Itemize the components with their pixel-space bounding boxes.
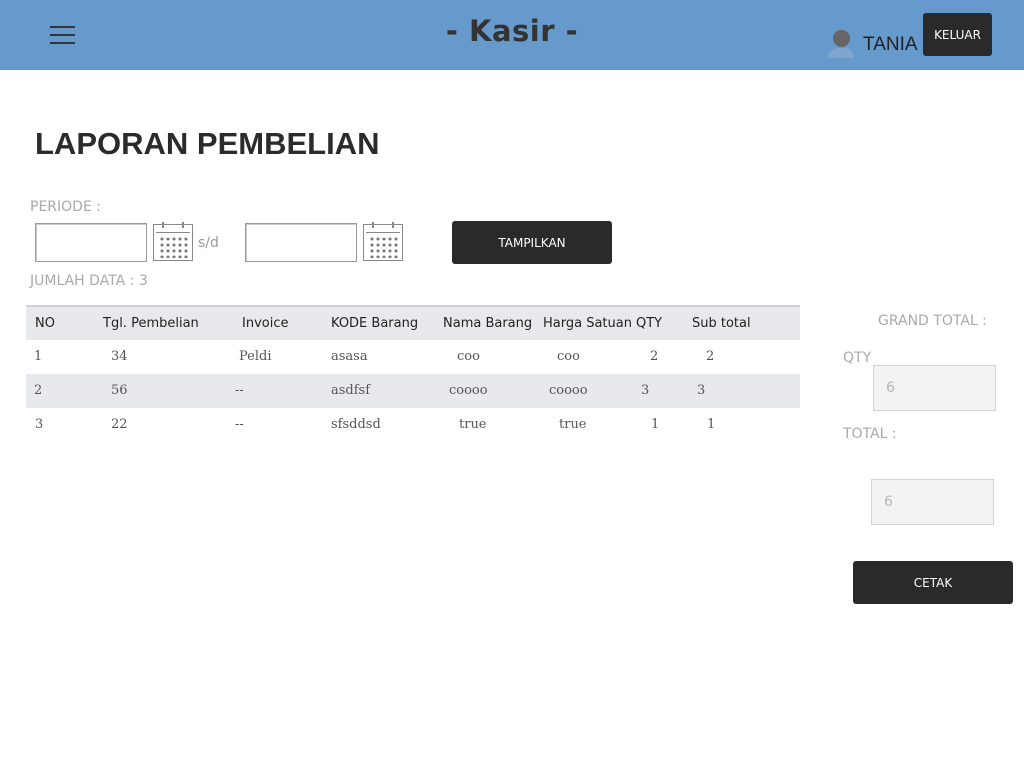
cell-item-name: true: [459, 417, 487, 432]
date-from-input[interactable]: [35, 223, 147, 262]
cell-unit-price: true: [559, 417, 587, 432]
user-avatar-icon: [828, 27, 854, 58]
cell-no: 3: [35, 417, 44, 432]
calendar-icon[interactable]: [363, 222, 403, 261]
cell-item-code: asdfsf: [331, 383, 371, 398]
cell-item-name: coooo: [449, 383, 488, 398]
date-to-input[interactable]: [245, 223, 357, 262]
cell-qty: 1: [651, 417, 660, 432]
cell-date: 34: [111, 349, 128, 364]
column-header-date: Tgl. Pembelian: [103, 316, 199, 331]
column-header-item-name: Nama Barang: [443, 316, 533, 331]
date-range-separator: s/d: [198, 235, 219, 251]
cell-subtotal: 3: [697, 383, 706, 398]
cell-item-name: coo: [457, 349, 480, 364]
top-bar: - Kasir - TANIA KELUAR: [0, 0, 1024, 70]
column-header-invoice: Invoice: [242, 316, 289, 331]
cell-unit-price: coooo: [549, 383, 588, 398]
user-name: TANIA: [863, 34, 918, 55]
table-row[interactable]: 2 56 -- asdfsf coooo coooo 3 3: [26, 374, 800, 408]
grand-total-field[interactable]: [871, 479, 994, 525]
calendar-icon[interactable]: [153, 222, 193, 261]
cell-invoice: --: [235, 417, 244, 432]
qty-total-field[interactable]: [873, 365, 996, 411]
table-row[interactable]: 1 34 Peldi asasa coo coo 2 2: [26, 340, 800, 374]
cell-subtotal: 2: [706, 349, 715, 364]
table-row[interactable]: 3 22 -- sfsddsd true true 1 1: [26, 408, 800, 442]
column-header-item-code: KODE Barang: [331, 316, 419, 331]
cell-qty: 3: [641, 383, 650, 398]
show-button[interactable]: TAMPILKAN: [452, 221, 612, 264]
total-label: TOTAL :: [843, 426, 897, 442]
print-button[interactable]: CETAK: [853, 561, 1013, 604]
qty-label: QTY: [843, 350, 872, 366]
cell-no: 1: [34, 349, 43, 364]
purchase-table: NO Tgl. Pembelian Invoice KODE Barang Na…: [26, 305, 800, 442]
column-header-subtotal: Sub total: [692, 316, 751, 331]
cell-item-code: sfsddsd: [331, 417, 381, 432]
cell-subtotal: 1: [707, 417, 716, 432]
logout-button[interactable]: KELUAR: [923, 13, 992, 56]
page-title: LAPORAN PEMBELIAN: [35, 126, 380, 161]
column-header-unit-price: Harga Satuan: [543, 316, 632, 331]
cell-unit-price: coo: [557, 349, 580, 364]
cell-date: 22: [111, 417, 128, 432]
cell-item-code: asasa: [331, 349, 368, 364]
cell-invoice: --: [235, 383, 244, 398]
periode-label: PERIODE :: [30, 199, 101, 215]
column-header-no: NO: [35, 316, 55, 331]
table-header-row: NO Tgl. Pembelian Invoice KODE Barang Na…: [26, 305, 800, 340]
cell-invoice: Peldi: [239, 349, 272, 364]
column-header-qty: QTY: [636, 316, 663, 331]
cell-date: 56: [111, 383, 128, 398]
data-count-label: JUMLAH DATA : 3: [30, 273, 148, 289]
cell-no: 2: [34, 383, 43, 398]
cell-qty: 2: [650, 349, 659, 364]
grand-total-label: GRAND TOTAL :: [878, 313, 987, 329]
